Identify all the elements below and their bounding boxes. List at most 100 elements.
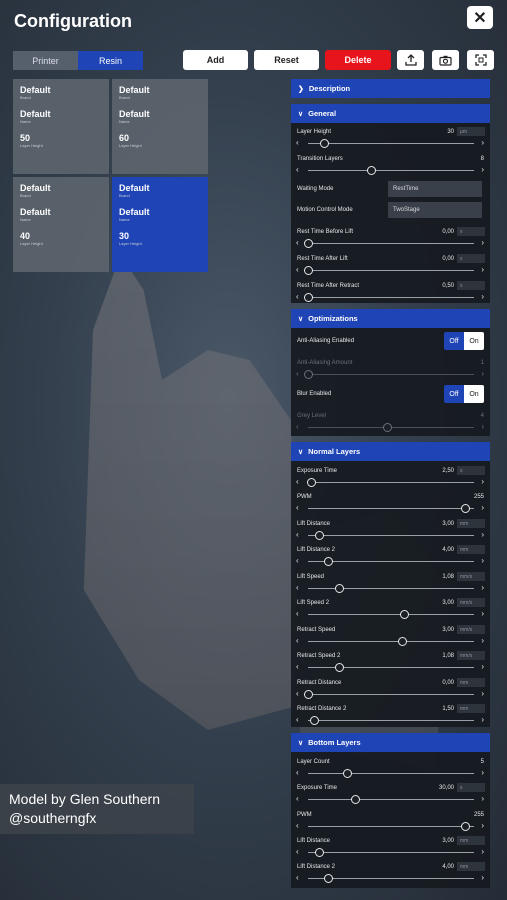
camera-button[interactable] <box>432 50 459 70</box>
slider-knob[interactable] <box>324 874 334 883</box>
slider-knob[interactable] <box>335 663 345 672</box>
slider-track[interactable] <box>308 588 474 589</box>
increment-button[interactable]: › <box>481 165 484 174</box>
anti-aliasing-toggle[interactable]: Off On <box>444 332 484 350</box>
slider-knob[interactable] <box>304 690 313 699</box>
slider-knob[interactable] <box>310 716 320 725</box>
profile-card[interactable]: Default Brand Default Name 50 Layer Heig… <box>13 79 109 174</box>
slider-knob[interactable] <box>314 848 324 857</box>
decrement-button[interactable]: ‹ <box>296 794 299 803</box>
section-normal-layers-header[interactable]: ∨ Normal Layers <box>291 442 490 461</box>
slider-track[interactable] <box>308 482 474 483</box>
slider-track[interactable] <box>308 826 474 827</box>
slider-knob[interactable] <box>307 478 317 487</box>
tab-printer[interactable]: Printer <box>13 51 78 70</box>
slider-knob[interactable] <box>304 266 313 275</box>
increment-button[interactable]: › <box>481 821 484 830</box>
section-optimizations-header[interactable]: ∨ Optimizations <box>291 309 490 328</box>
profile-card-selected[interactable]: Default Brand Default Name 30 Layer Heig… <box>112 177 208 272</box>
decrement-button[interactable]: ‹ <box>296 165 299 174</box>
increment-button[interactable]: › <box>481 689 484 698</box>
decrement-button[interactable]: ‹ <box>296 503 299 512</box>
increment-button[interactable]: › <box>481 477 484 486</box>
blur-toggle[interactable]: Off On <box>444 385 484 403</box>
increment-button[interactable]: › <box>481 503 484 512</box>
increment-button[interactable]: › <box>481 238 484 247</box>
upload-button[interactable] <box>397 50 424 70</box>
add-button[interactable]: Add <box>183 50 248 70</box>
increment-button[interactable]: › <box>481 138 484 147</box>
capture-button[interactable] <box>467 50 494 70</box>
toggle-on[interactable]: On <box>464 385 484 403</box>
slider-knob[interactable] <box>335 584 345 593</box>
slider-track[interactable] <box>308 667 474 668</box>
decrement-button[interactable]: ‹ <box>296 662 299 671</box>
slider-track[interactable] <box>308 852 474 853</box>
slider-track[interactable] <box>308 170 474 171</box>
delete-button[interactable]: Delete <box>325 50 391 70</box>
toggle-on[interactable]: On <box>464 332 484 350</box>
slider-knob[interactable] <box>304 293 313 302</box>
profile-card[interactable]: Default Brand Default Name 40 Layer Heig… <box>13 177 109 272</box>
decrement-button[interactable]: ‹ <box>296 873 299 882</box>
slider-knob[interactable] <box>343 769 353 778</box>
waiting-mode-select[interactable]: RestTime <box>388 181 482 197</box>
increment-button[interactable]: › <box>481 715 484 724</box>
increment-button[interactable]: › <box>481 265 484 274</box>
decrement-button[interactable]: ‹ <box>296 609 299 618</box>
increment-button[interactable]: › <box>481 794 484 803</box>
decrement-button[interactable]: ‹ <box>296 138 299 147</box>
slider-track[interactable] <box>308 243 474 244</box>
decrement-button[interactable]: ‹ <box>296 768 299 777</box>
section-general-header[interactable]: ∨ General <box>291 104 490 123</box>
slider-track[interactable] <box>308 694 474 695</box>
decrement-button[interactable]: ‹ <box>296 477 299 486</box>
slider-track[interactable] <box>308 143 474 144</box>
increment-button[interactable]: › <box>481 847 484 856</box>
increment-button[interactable]: › <box>481 556 484 565</box>
increment-button[interactable]: › <box>481 609 484 618</box>
decrement-button[interactable]: ‹ <box>296 556 299 565</box>
increment-button[interactable]: › <box>481 636 484 645</box>
increment-button[interactable]: › <box>481 662 484 671</box>
slider-track[interactable] <box>308 641 474 642</box>
increment-button[interactable]: › <box>481 583 484 592</box>
slider-knob[interactable] <box>304 239 313 248</box>
toggle-off[interactable]: Off <box>444 385 464 403</box>
slider-knob[interactable] <box>319 139 329 148</box>
decrement-button[interactable]: ‹ <box>296 265 299 274</box>
reset-button[interactable]: Reset <box>254 50 319 70</box>
decrement-button[interactable]: ‹ <box>296 821 299 830</box>
slider-track[interactable] <box>308 297 474 298</box>
section-description-header[interactable]: ❯ Description <box>291 79 490 98</box>
decrement-button[interactable]: ‹ <box>296 689 299 698</box>
decrement-button[interactable]: ‹ <box>296 847 299 856</box>
profile-card[interactable]: Default Brand Default Name 60 Layer Heig… <box>112 79 208 174</box>
decrement-button[interactable]: ‹ <box>296 238 299 247</box>
increment-button[interactable]: › <box>481 768 484 777</box>
increment-button[interactable]: › <box>481 873 484 882</box>
slider-knob[interactable] <box>461 822 470 831</box>
close-button[interactable]: ✕ <box>467 6 493 29</box>
decrement-button[interactable]: ‹ <box>296 715 299 724</box>
slider-track[interactable] <box>308 799 474 800</box>
slider-track[interactable] <box>308 535 474 536</box>
slider-knob[interactable] <box>461 504 470 513</box>
slider-knob[interactable] <box>314 531 324 540</box>
toggle-off[interactable]: Off <box>444 332 464 350</box>
slider-track[interactable] <box>308 614 474 615</box>
slider-track[interactable] <box>308 773 474 774</box>
section-bottom-layers-header[interactable]: ∨ Bottom Layers <box>291 733 490 752</box>
decrement-button[interactable]: ‹ <box>296 636 299 645</box>
slider-knob[interactable] <box>351 795 361 804</box>
slider-knob[interactable] <box>366 166 376 175</box>
slider-track[interactable] <box>308 508 474 509</box>
slider-knob[interactable] <box>324 557 334 566</box>
increment-button[interactable]: › <box>481 292 484 301</box>
increment-button[interactable]: › <box>481 530 484 539</box>
decrement-button[interactable]: ‹ <box>296 530 299 539</box>
slider-track[interactable] <box>308 270 474 271</box>
decrement-button[interactable]: ‹ <box>296 583 299 592</box>
motion-mode-select[interactable]: TwoStage <box>388 202 482 218</box>
decrement-button[interactable]: ‹ <box>296 292 299 301</box>
